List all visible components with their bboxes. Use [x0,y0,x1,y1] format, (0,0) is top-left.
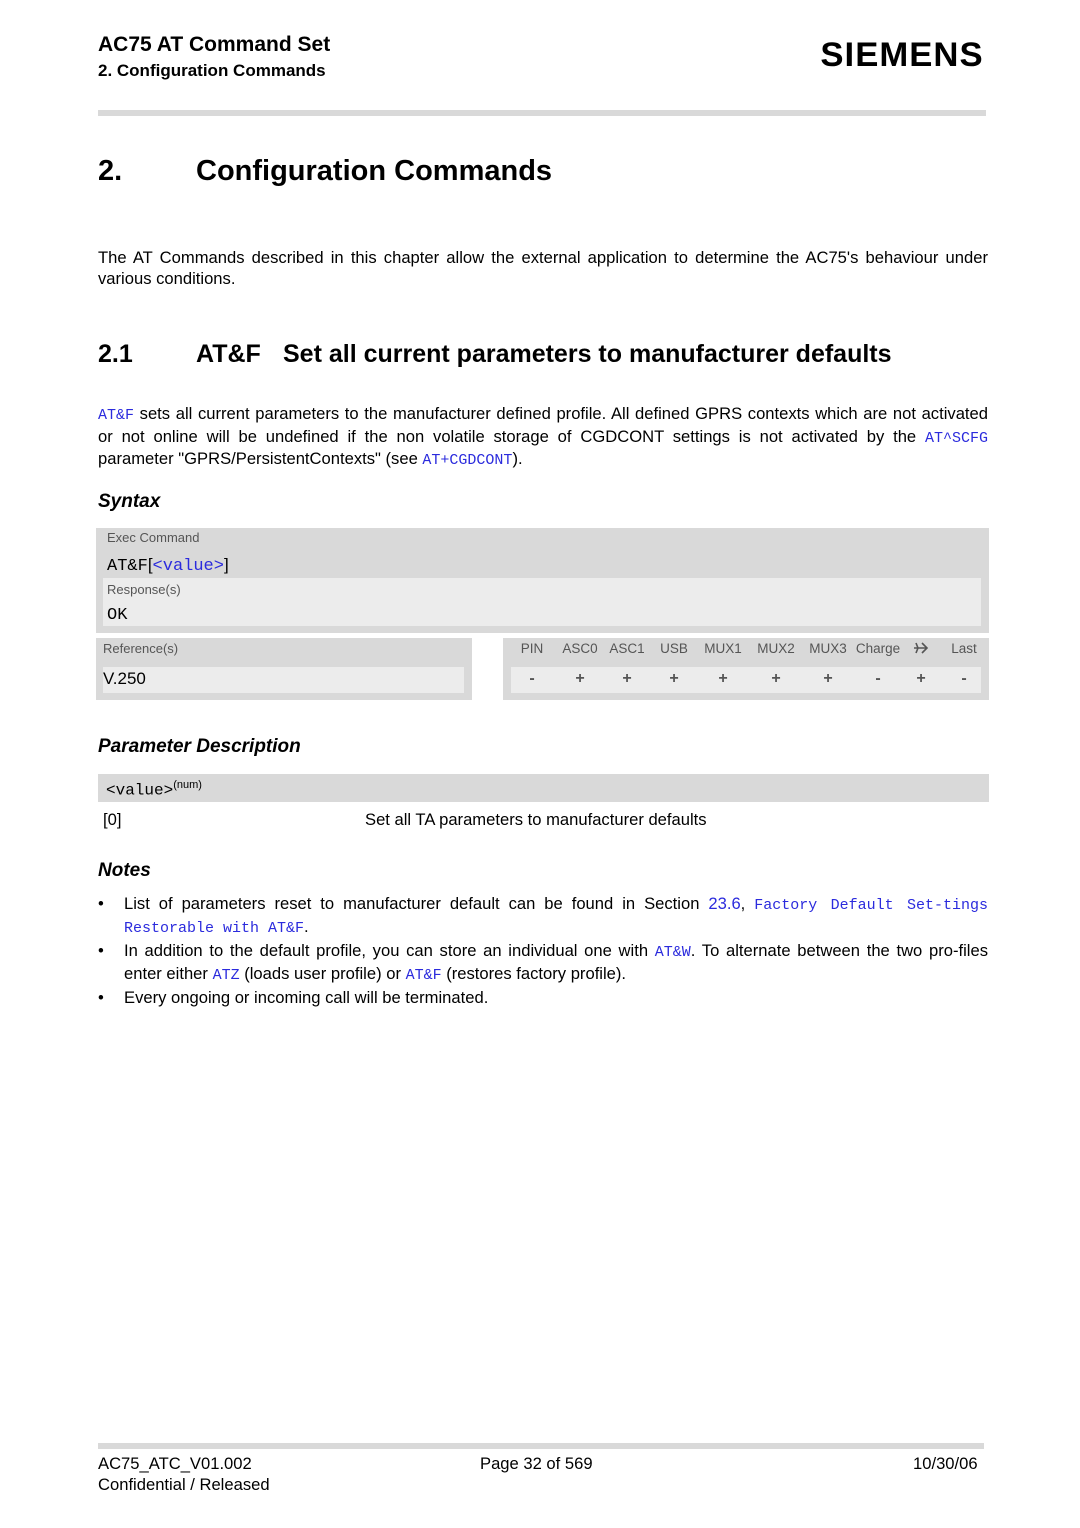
bullet: • [98,988,104,1007]
note-item: • In addition to the default profile, yo… [98,941,989,984]
header-divider [98,110,986,116]
footer-date: 10/30/06 [913,1454,978,1473]
port-support-value: - [961,670,967,687]
port-header-usb: USB [660,641,688,656]
note-item: • List of parameters reset to manufactur… [98,894,988,937]
reference-panel [103,667,464,693]
response-panel [103,578,981,626]
parameter-type: (num) [173,779,202,791]
parameter-header-bar [98,774,989,802]
chapter-number: 2. [98,155,123,187]
section-title: Set all current parameters to manufactur… [283,340,892,368]
parameter-value-description: Set all TA parameters to manufacturer de… [365,810,707,829]
link-at-cgdcont[interactable]: AT+CGDCONT [422,452,512,469]
parameter-description-heading: Parameter Description [98,736,301,757]
footer-doc-id: AC75_ATC_V01.002 [98,1454,252,1473]
note-item: • Every ongoing or incoming call will be… [98,988,489,1007]
port-header-pin: PIN [520,641,544,656]
chapter-intro: The AT Commands described in this chapte… [98,248,988,288]
chapter-title: Configuration Commands [196,155,553,187]
footer-page-number: Page 32 of 569 [480,1454,593,1473]
section-description: AT&F sets all current parameters to the … [98,404,988,469]
port-header-charge: Charge [855,641,901,656]
section-number: 2.1 [98,340,133,368]
syntax-heading: Syntax [98,491,161,512]
value-param-link[interactable]: <value> [153,557,224,576]
link-at-w[interactable]: AT&W [655,944,691,961]
footer-divider [98,1443,984,1449]
port-header-mux2: MUX2 [757,641,795,656]
port-support-value: + [669,670,679,687]
document-subtitle: 2. Configuration Commands [98,61,326,80]
link-atz[interactable]: ATZ [213,967,240,984]
port-support-value: - [875,670,881,687]
link-section-23-6[interactable]: 23.6 [708,894,740,913]
siemens-logo: SIEMENS [820,36,984,74]
exec-command-label: Exec Command [107,530,200,545]
airplane-icon [903,641,939,658]
link-at-scfg[interactable]: AT^SCFG [925,430,988,447]
reference-value: V.250 [103,669,146,688]
port-header-last: Last [951,641,977,656]
port-support-value: + [916,670,926,687]
link-at-f[interactable]: AT&F [98,407,134,424]
section-command: AT&F [196,340,261,368]
port-support-value: - [529,670,535,687]
port-support-value: + [718,670,728,687]
port-support-value: + [823,670,833,687]
port-support-value: + [771,670,781,687]
port-support-value: + [622,670,632,687]
port-header-asc0: ASC0 [562,641,598,656]
bullet: • [98,894,104,913]
response-label: Response(s) [107,582,181,597]
link-at-f-note[interactable]: AT&F [406,967,442,984]
parameter-value: [0] [103,810,122,829]
port-header-asc1: ASC1 [609,641,645,656]
reference-label: Reference(s) [103,641,179,656]
parameter-name: <value>(num) [106,779,202,800]
port-header-mux1: MUX1 [704,641,742,656]
port-header-mux3: MUX3 [809,641,847,656]
notes-heading: Notes [98,860,151,881]
bullet: • [98,941,104,960]
footer-classification: Confidential / Released [98,1475,270,1494]
response-value: OK [107,606,128,625]
document-title: AC75 AT Command Set [98,33,331,56]
exec-command: AT&F[<value>] [107,555,229,576]
port-support-value: + [575,670,585,687]
